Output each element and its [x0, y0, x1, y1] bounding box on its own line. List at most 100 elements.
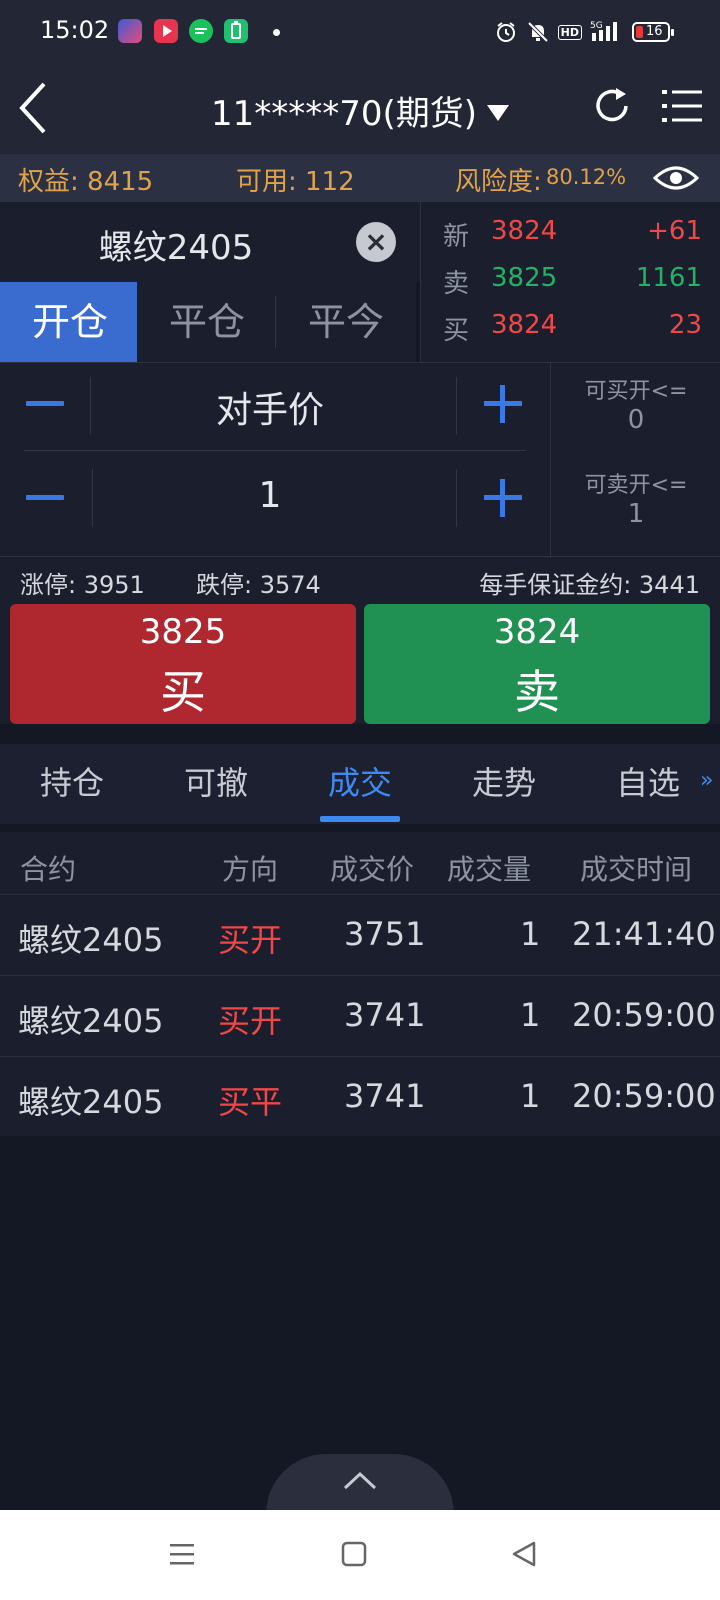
input-divider: [456, 377, 457, 435]
quote-price-ask[interactable]: 3825: [491, 263, 557, 293]
avail-sell-label: 可卖开<=: [584, 473, 688, 498]
limit-up-text: 涨停: 3951: [20, 571, 145, 599]
account-summary-bar: 权益: 8415 可用: 112 风险度: 80.12%: [0, 154, 720, 202]
cell-volume: 1: [520, 1077, 541, 1115]
clear-icon[interactable]: ×: [356, 222, 396, 262]
available-panel: 可买开<= 0 可卖开<= 1: [550, 362, 720, 556]
cell-price: 3751: [344, 915, 426, 953]
header-time: 成交时间: [580, 853, 693, 886]
buy-label: 买: [160, 665, 206, 719]
tab-close-today[interactable]: 平今: [276, 282, 416, 362]
cell-direction: 买开: [218, 921, 283, 959]
quote-price-last: 3824: [491, 216, 558, 246]
status-time: 15:02: [40, 16, 110, 44]
sell-label: 卖: [514, 665, 560, 719]
info-tabs: 持仓 可撤 成交 走势 自选 »: [0, 744, 720, 824]
table-row[interactable]: 螺纹2405 买开 3741 1 20:59:00: [0, 975, 720, 1056]
price-minus-button[interactable]: [26, 401, 64, 406]
dropdown-caret-icon: [487, 105, 510, 121]
quote-change: +61: [647, 216, 702, 246]
margin-text: 每手保证金约: 3441: [479, 571, 700, 599]
header-price: 成交价: [330, 853, 415, 886]
quote-price-bid[interactable]: 3824: [491, 310, 557, 340]
row-divider: [24, 450, 526, 451]
video-app-icon: [154, 19, 178, 43]
cell-time: 20:59:00: [572, 1077, 716, 1115]
menu-list-icon[interactable]: [660, 84, 704, 128]
table-row[interactable]: 螺纹2405 买开 3751 1 21:41:40: [0, 894, 720, 975]
mute-bell-icon: [527, 21, 549, 43]
signal-5g-icon: 5G: [590, 21, 617, 41]
cell-time: 20:59:00: [572, 996, 716, 1034]
home-icon[interactable]: [340, 1540, 368, 1568]
recent-apps-icon[interactable]: [168, 1540, 196, 1568]
tab-cancellable[interactable]: 可撤: [184, 758, 248, 804]
cell-contract: 螺纹2405: [18, 1002, 164, 1040]
limit-down-text: 跌停: 3574: [196, 571, 321, 599]
more-tabs-icon[interactable]: »: [700, 768, 713, 793]
input-divider: [456, 469, 457, 527]
cell-volume: 1: [520, 996, 541, 1034]
battery-level: 16: [646, 24, 663, 39]
buy-price: 3825: [139, 612, 227, 652]
avail-sell-value: 1: [627, 499, 645, 529]
battery-icon: 16: [632, 22, 674, 42]
avail-buy-value: 0: [627, 405, 645, 435]
quote-label-bid: 买: [443, 316, 470, 346]
cell-time: 21:41:40: [572, 915, 716, 953]
active-tab-indicator: [320, 816, 400, 822]
cell-direction: 买平: [218, 1083, 283, 1121]
cell-volume: 1: [520, 915, 541, 953]
tab-trades[interactable]: 成交: [328, 758, 392, 804]
cell-contract: 螺纹2405: [18, 921, 164, 959]
contract-name: 螺纹2405: [98, 228, 254, 268]
status-bar: 15:02 HD 5G 16: [0, 0, 720, 64]
expand-panel-handle[interactable]: [266, 1454, 454, 1514]
quantity-input[interactable]: 1: [90, 475, 450, 516]
chevron-up-icon: [343, 1471, 377, 1490]
account-title: 11*****70(期货): [210, 94, 478, 134]
battery-app-icon: [224, 19, 248, 43]
order-inputs: 对手价 1: [0, 362, 550, 556]
cell-contract: 螺纹2405: [18, 1083, 164, 1121]
refresh-icon[interactable]: [590, 84, 634, 128]
header-direction: 方向: [222, 853, 279, 886]
quote-panel: 新 3824 +61 卖 3825 1161 买 3824 23: [420, 202, 720, 362]
avail-buy-label: 可买开<=: [584, 379, 688, 404]
tab-close-position[interactable]: 平仓: [137, 282, 277, 362]
quote-bid-volume: 23: [668, 310, 702, 340]
quantity-minus-button[interactable]: [26, 495, 64, 500]
back-nav-icon[interactable]: [510, 1540, 538, 1568]
eye-icon[interactable]: [652, 160, 700, 196]
sell-button[interactable]: 3824 卖: [364, 604, 710, 724]
quantity-plus-button[interactable]: [484, 479, 522, 517]
quote-label-last: 新: [443, 222, 470, 252]
notification-dot-icon: [273, 29, 280, 36]
price-input[interactable]: 对手价: [90, 381, 450, 433]
svg-text:5G: 5G: [590, 21, 603, 31]
table-row[interactable]: 螺纹2405 买平 3741 1 20:59:00: [0, 1056, 720, 1137]
tab-watchlist[interactable]: 自选: [616, 758, 680, 804]
top-header: 11*****70(期货): [0, 64, 720, 154]
hd-icon: HD: [557, 24, 582, 40]
price-plus-button[interactable]: [484, 385, 522, 423]
tab-open-position[interactable]: 开仓: [0, 282, 140, 362]
alarm-icon: [496, 22, 515, 42]
risk-label: 风险度:: [455, 167, 542, 197]
table-header: 合约 方向 成交价 成交量 成交时间: [0, 832, 720, 894]
chat-app-icon: [189, 19, 213, 43]
quote-label-ask: 卖: [443, 269, 470, 299]
game-app-icon: [118, 19, 142, 43]
system-nav-bar: [0, 1510, 720, 1600]
price-limits-bar: 涨停: 3951 跌停: 3574 每手保证金约: 3441: [0, 556, 720, 602]
cell-price: 3741: [344, 996, 426, 1034]
buy-button[interactable]: 3825 买: [10, 604, 356, 724]
quote-ask-volume: 1161: [635, 263, 702, 293]
tab-positions[interactable]: 持仓: [40, 758, 104, 804]
back-arrow-icon[interactable]: [14, 80, 64, 136]
header-contract: 合约: [20, 853, 77, 886]
tab-trend[interactable]: 走势: [472, 758, 536, 804]
trades-table: 合约 方向 成交价 成交量 成交时间 螺纹2405 买开 3751 1 21:4…: [0, 832, 720, 1136]
cell-price: 3741: [344, 1077, 426, 1115]
sell-price: 3824: [493, 612, 581, 652]
